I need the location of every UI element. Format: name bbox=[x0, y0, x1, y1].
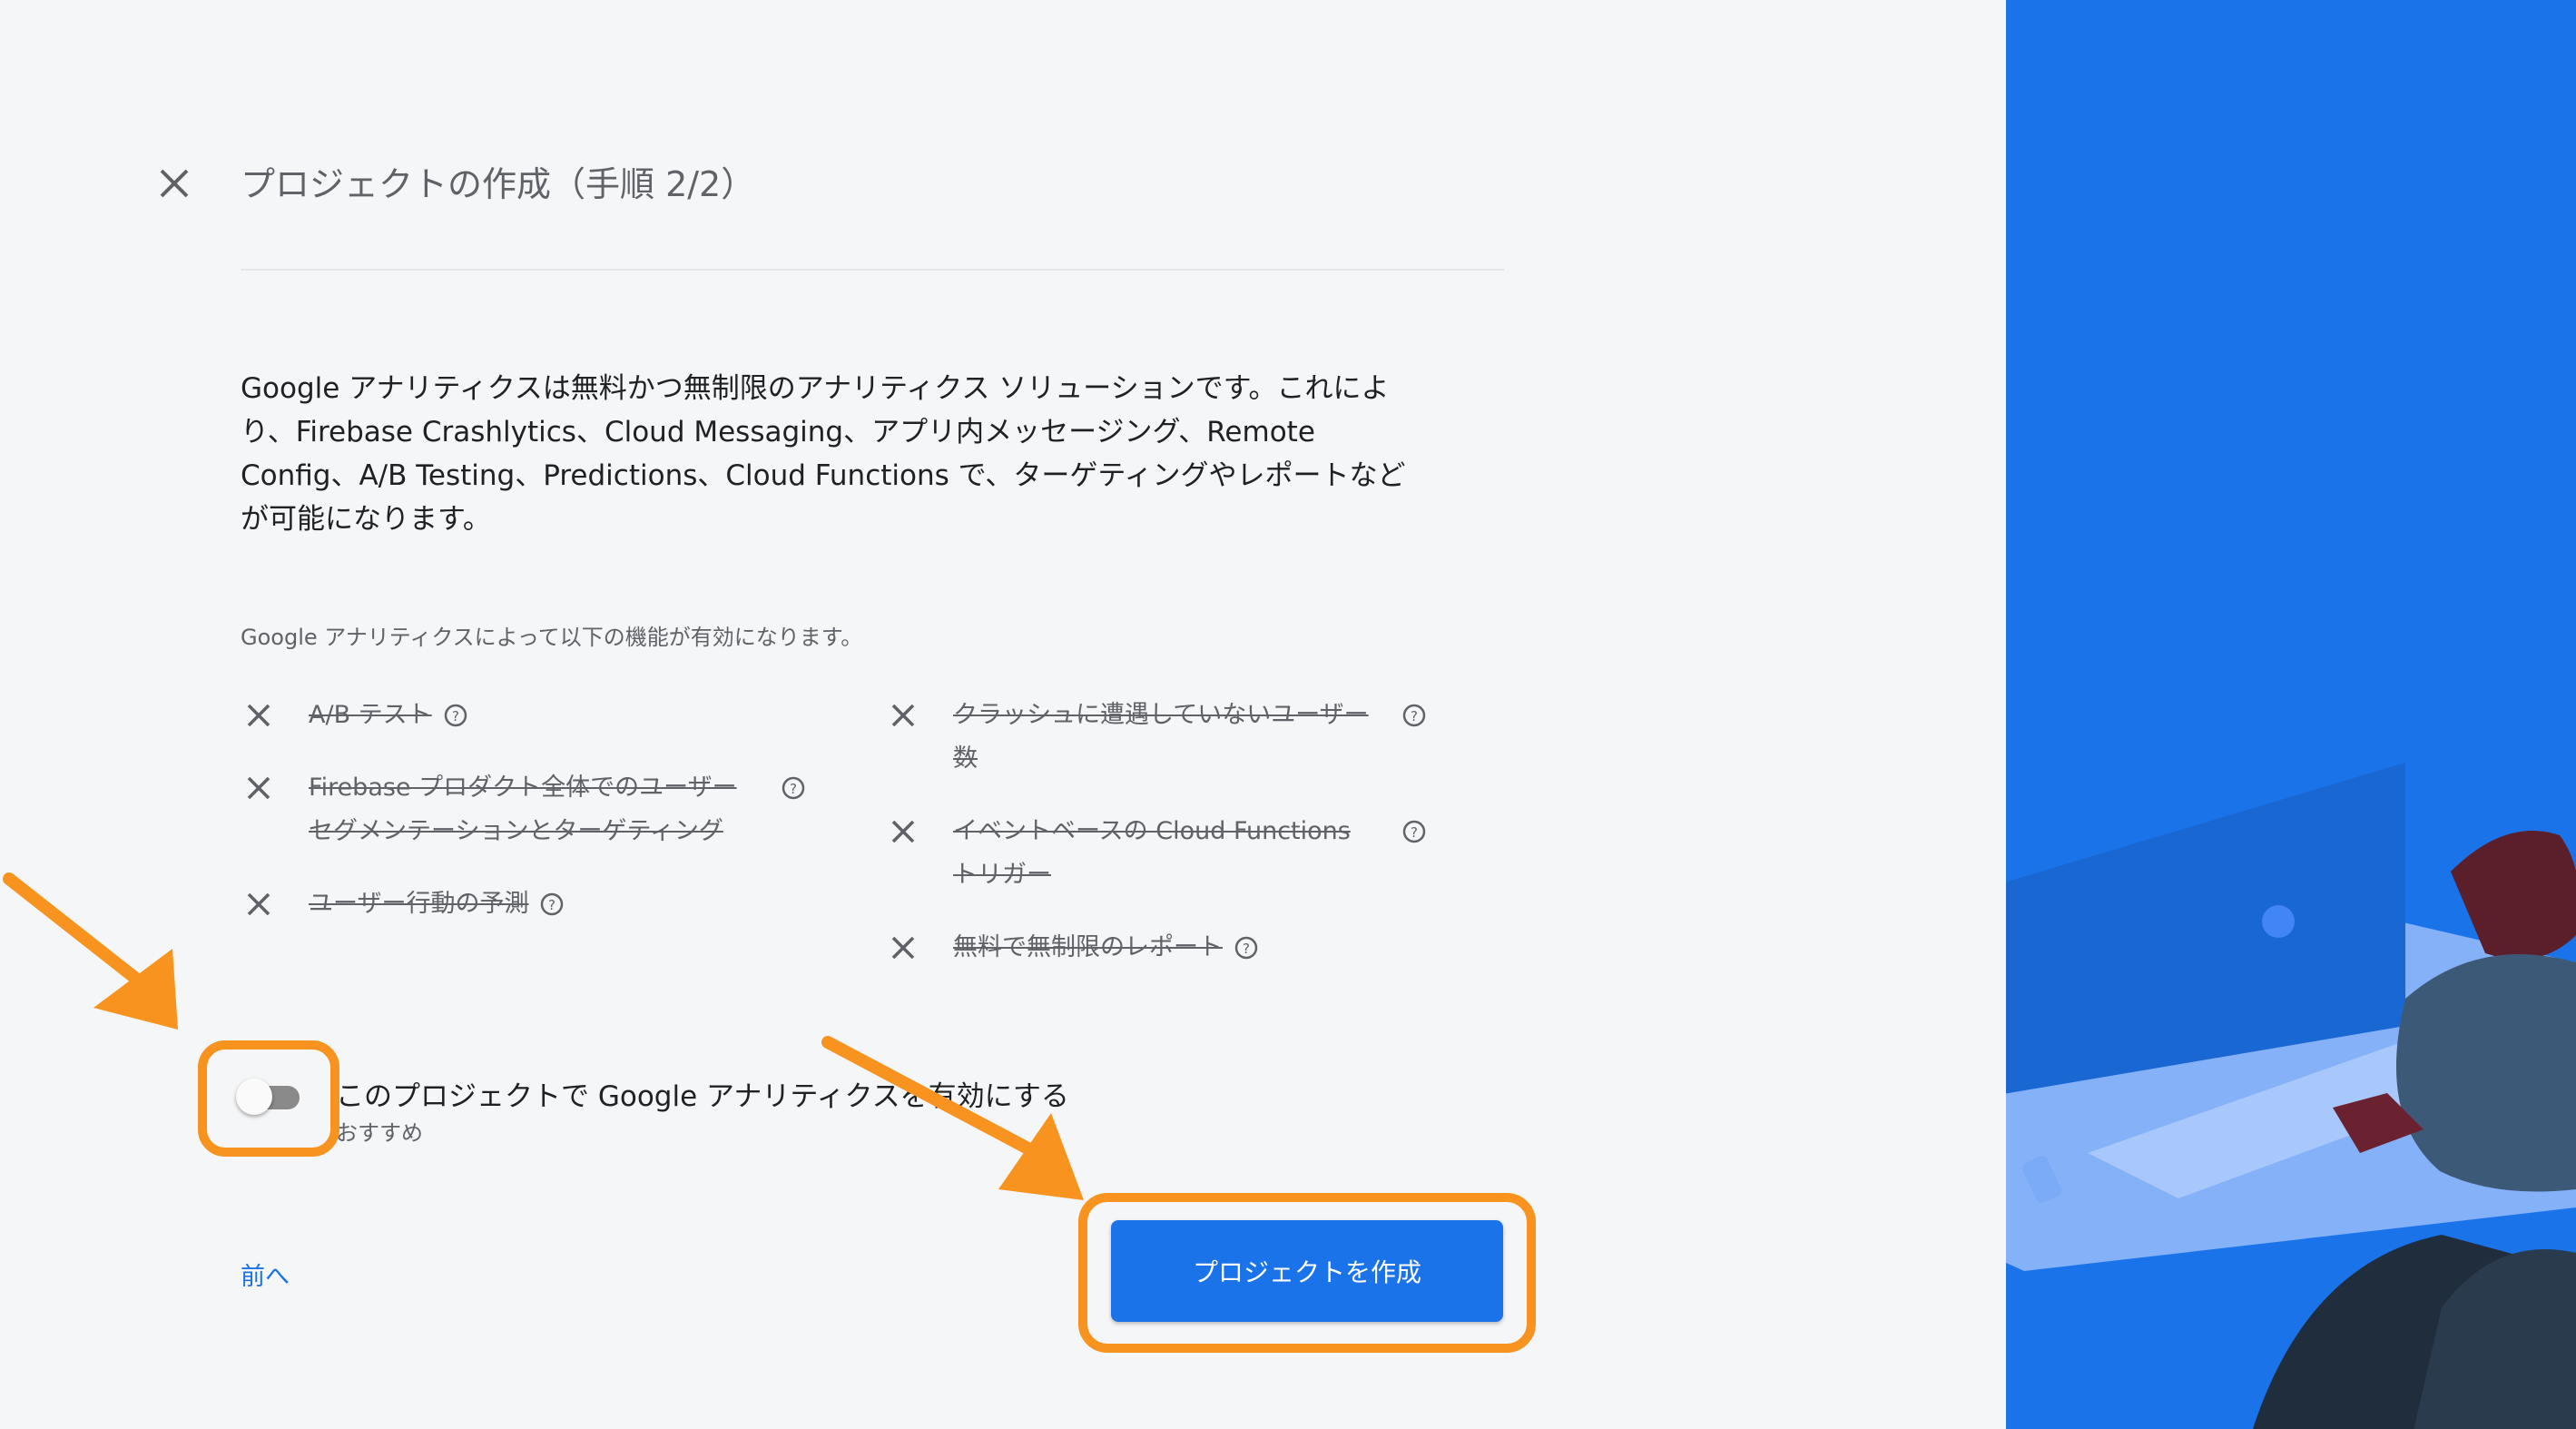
dialog-panel: プロジェクトの作成（手順 2/2） Google アナリティクスは無料かつ無制限… bbox=[0, 0, 2006, 1429]
feature-item: A/B テスト ? bbox=[245, 694, 468, 737]
analytics-description: Google アナリティクスは無料かつ無制限のアナリティクス ソリューションです… bbox=[241, 372, 1406, 536]
back-link[interactable]: 前へ bbox=[241, 1257, 290, 1292]
x-icon bbox=[247, 704, 270, 727]
analytics-toggle-sublabel: おすすめ bbox=[336, 1120, 423, 1146]
feature-label: 無料で無制限のレポート bbox=[953, 933, 1223, 961]
svg-text:?: ? bbox=[452, 708, 459, 724]
illustration-panel bbox=[2006, 0, 2576, 1429]
feature-item: イベントベースの Cloud Functions トリガー ? bbox=[890, 810, 1427, 897]
help-icon[interactable]: ? bbox=[539, 892, 565, 917]
help-icon[interactable]: ? bbox=[1401, 703, 1427, 728]
feature-item: 無料で無制限のレポート ? bbox=[890, 926, 1259, 970]
feature-label: ユーザー行動の予測 bbox=[309, 890, 529, 918]
close-button[interactable] bbox=[152, 162, 196, 205]
help-icon[interactable]: ? bbox=[1401, 819, 1427, 844]
feature-label: A/B テスト bbox=[309, 701, 432, 729]
close-icon bbox=[160, 169, 189, 198]
page-title: プロジェクトの作成（手順 2/2） bbox=[241, 164, 756, 204]
x-icon bbox=[247, 892, 270, 916]
create-button-highlight-box bbox=[1078, 1193, 1536, 1353]
svg-text:?: ? bbox=[1411, 708, 1418, 724]
features-heading: Google アナリティクスによって以下の機能が有効になります。 bbox=[241, 625, 863, 650]
feature-item: クラッシュに遭遇していないユーザー数 ? bbox=[890, 694, 1427, 781]
svg-text:?: ? bbox=[790, 781, 797, 797]
feature-item: ユーザー行動の予測 ? bbox=[245, 882, 565, 926]
help-icon[interactable]: ? bbox=[1234, 935, 1259, 961]
analytics-toggle-label: このプロジェクトで Google アナリティクスを有効にする bbox=[336, 1080, 1069, 1113]
help-icon[interactable]: ? bbox=[443, 703, 468, 728]
svg-text:?: ? bbox=[1411, 824, 1418, 841]
feature-label: クラッシュに遭遇していないユーザー数 bbox=[953, 701, 1369, 773]
feature-label: Firebase プロダクト全体でのユーザー セグメンテーションとターゲティング bbox=[309, 774, 737, 845]
svg-text:?: ? bbox=[1243, 941, 1250, 957]
help-icon[interactable]: ? bbox=[781, 775, 806, 801]
x-icon bbox=[891, 704, 915, 727]
toggle-highlight-box bbox=[198, 1040, 339, 1157]
feature-label: イベントベースの Cloud Functions トリガー bbox=[953, 817, 1351, 889]
x-icon bbox=[891, 820, 915, 843]
x-icon bbox=[247, 776, 270, 800]
svg-text:?: ? bbox=[548, 897, 556, 913]
divider bbox=[241, 269, 1504, 271]
x-icon bbox=[891, 936, 915, 960]
developer-illustration bbox=[2006, 763, 2576, 1429]
feature-item: Firebase プロダクト全体でのユーザー セグメンテーションとターゲティング… bbox=[245, 766, 806, 853]
